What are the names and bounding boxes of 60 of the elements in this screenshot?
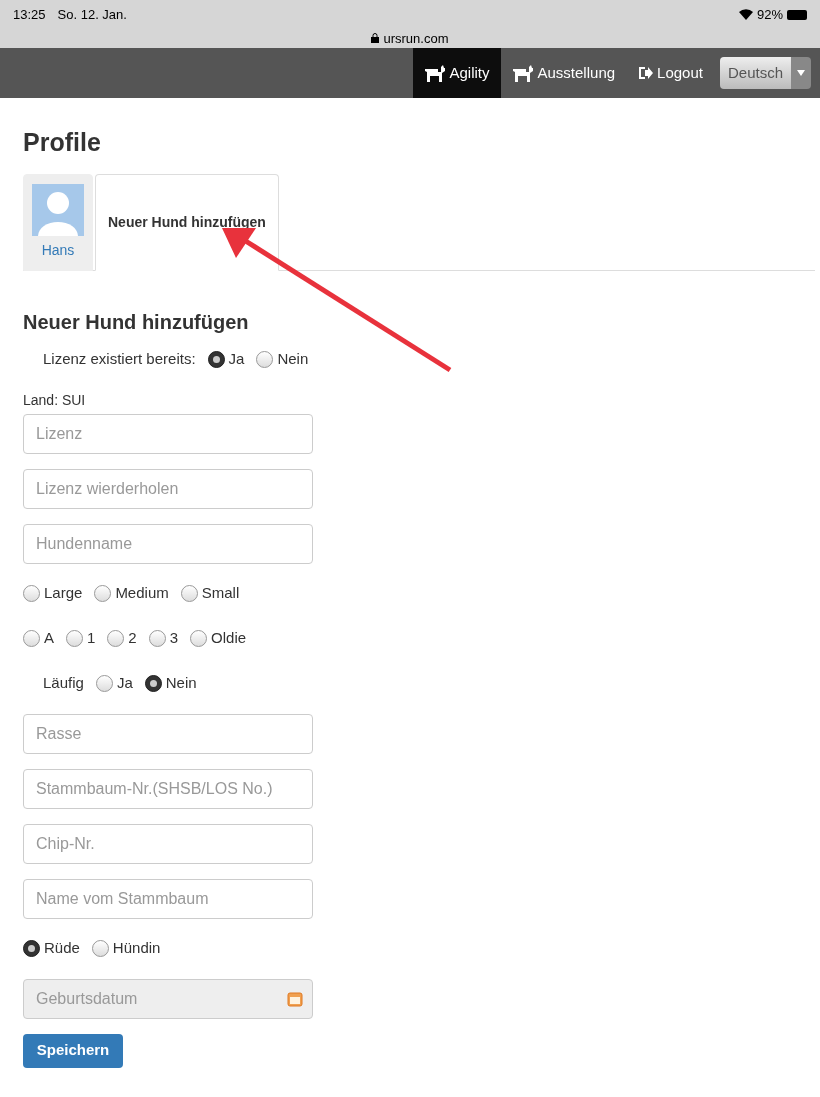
caret-icon xyxy=(797,70,805,76)
country-label: Land: SUI xyxy=(23,390,87,410)
radio-button[interactable] xyxy=(95,675,113,692)
battery-icon xyxy=(787,9,807,20)
avatar-icon xyxy=(32,183,84,236)
nav-link[interactable]: Logout xyxy=(626,48,714,98)
radio-button[interactable] xyxy=(207,351,225,368)
radio-button[interactable] xyxy=(180,585,198,602)
radio-button[interactable] xyxy=(23,630,40,647)
profile-tab[interactable]: Hans xyxy=(23,173,93,271)
battery-percent: 92% xyxy=(756,6,783,24)
radio-option[interactable]: Ja xyxy=(95,672,133,695)
radio-button[interactable] xyxy=(144,675,162,692)
form-title: Neuer Hund hinzufügen xyxy=(23,309,250,335)
text-field[interactable]: Name vom Stammbaum xyxy=(23,878,313,919)
text-field[interactable]: Stammbaum-Nr.(SHSB/LOS No.) xyxy=(23,768,313,809)
radio-group-label: Lizenz existiert bereits: xyxy=(43,349,196,370)
nav-link[interactable]: Ausstellung xyxy=(500,48,627,98)
radio-button[interactable] xyxy=(94,585,112,602)
radio-button[interactable] xyxy=(66,630,83,647)
radio-button[interactable] xyxy=(148,630,166,647)
radio-option[interactable]: Ja xyxy=(207,348,245,371)
radio-button[interactable] xyxy=(91,940,109,957)
radio-button[interactable] xyxy=(23,585,40,602)
radio-button[interactable] xyxy=(23,940,40,957)
text-field[interactable]: Chip-Nr. xyxy=(23,823,313,864)
radio-button[interactable] xyxy=(256,351,274,368)
lock-icon xyxy=(371,33,380,44)
radio-option[interactable]: Rüde xyxy=(23,937,80,960)
text-field[interactable]: Lizenz wierderholen xyxy=(23,468,313,509)
radio-option[interactable]: 2 xyxy=(107,627,137,650)
profile-tab[interactable]: Neuer Hund hinzufügen xyxy=(95,173,279,271)
radio-option[interactable]: 3 xyxy=(148,627,179,650)
text-field[interactable]: Lizenz xyxy=(23,413,313,454)
radio-option[interactable]: A xyxy=(23,627,54,650)
radio-option[interactable]: Nein xyxy=(256,348,309,371)
wifi-icon xyxy=(738,9,753,21)
radio-button[interactable] xyxy=(107,630,125,647)
date-field[interactable]: Geburtsdatum xyxy=(23,978,313,1019)
page-title: Profile xyxy=(23,127,102,158)
radio-option[interactable]: Small xyxy=(180,582,240,605)
radio-group-label: Läufig xyxy=(43,673,84,694)
radio-option[interactable]: Oldie xyxy=(190,627,247,650)
radio-option[interactable]: Nein xyxy=(144,672,197,695)
save-button[interactable]: Speichern xyxy=(23,1033,123,1068)
nav-link[interactable]: Agility xyxy=(412,48,501,98)
radio-option[interactable]: 1 xyxy=(66,627,96,650)
radio-option[interactable]: Large xyxy=(23,582,83,605)
dog-icon xyxy=(423,64,446,82)
text-field[interactable]: Hundenname xyxy=(23,523,313,564)
logout-icon xyxy=(637,65,654,81)
radio-option[interactable]: Medium xyxy=(94,582,169,605)
status-time: 13:25 xyxy=(13,6,46,24)
status-date: So. 12. Jan. xyxy=(57,6,127,24)
dog-icon xyxy=(511,64,534,82)
radio-button[interactable] xyxy=(190,630,208,647)
text-field[interactable]: Rasse xyxy=(23,713,313,754)
url-text: ursrun.com xyxy=(383,29,449,48)
radio-option[interactable]: Hündin xyxy=(91,937,161,960)
calendar-icon[interactable] xyxy=(287,990,303,1007)
